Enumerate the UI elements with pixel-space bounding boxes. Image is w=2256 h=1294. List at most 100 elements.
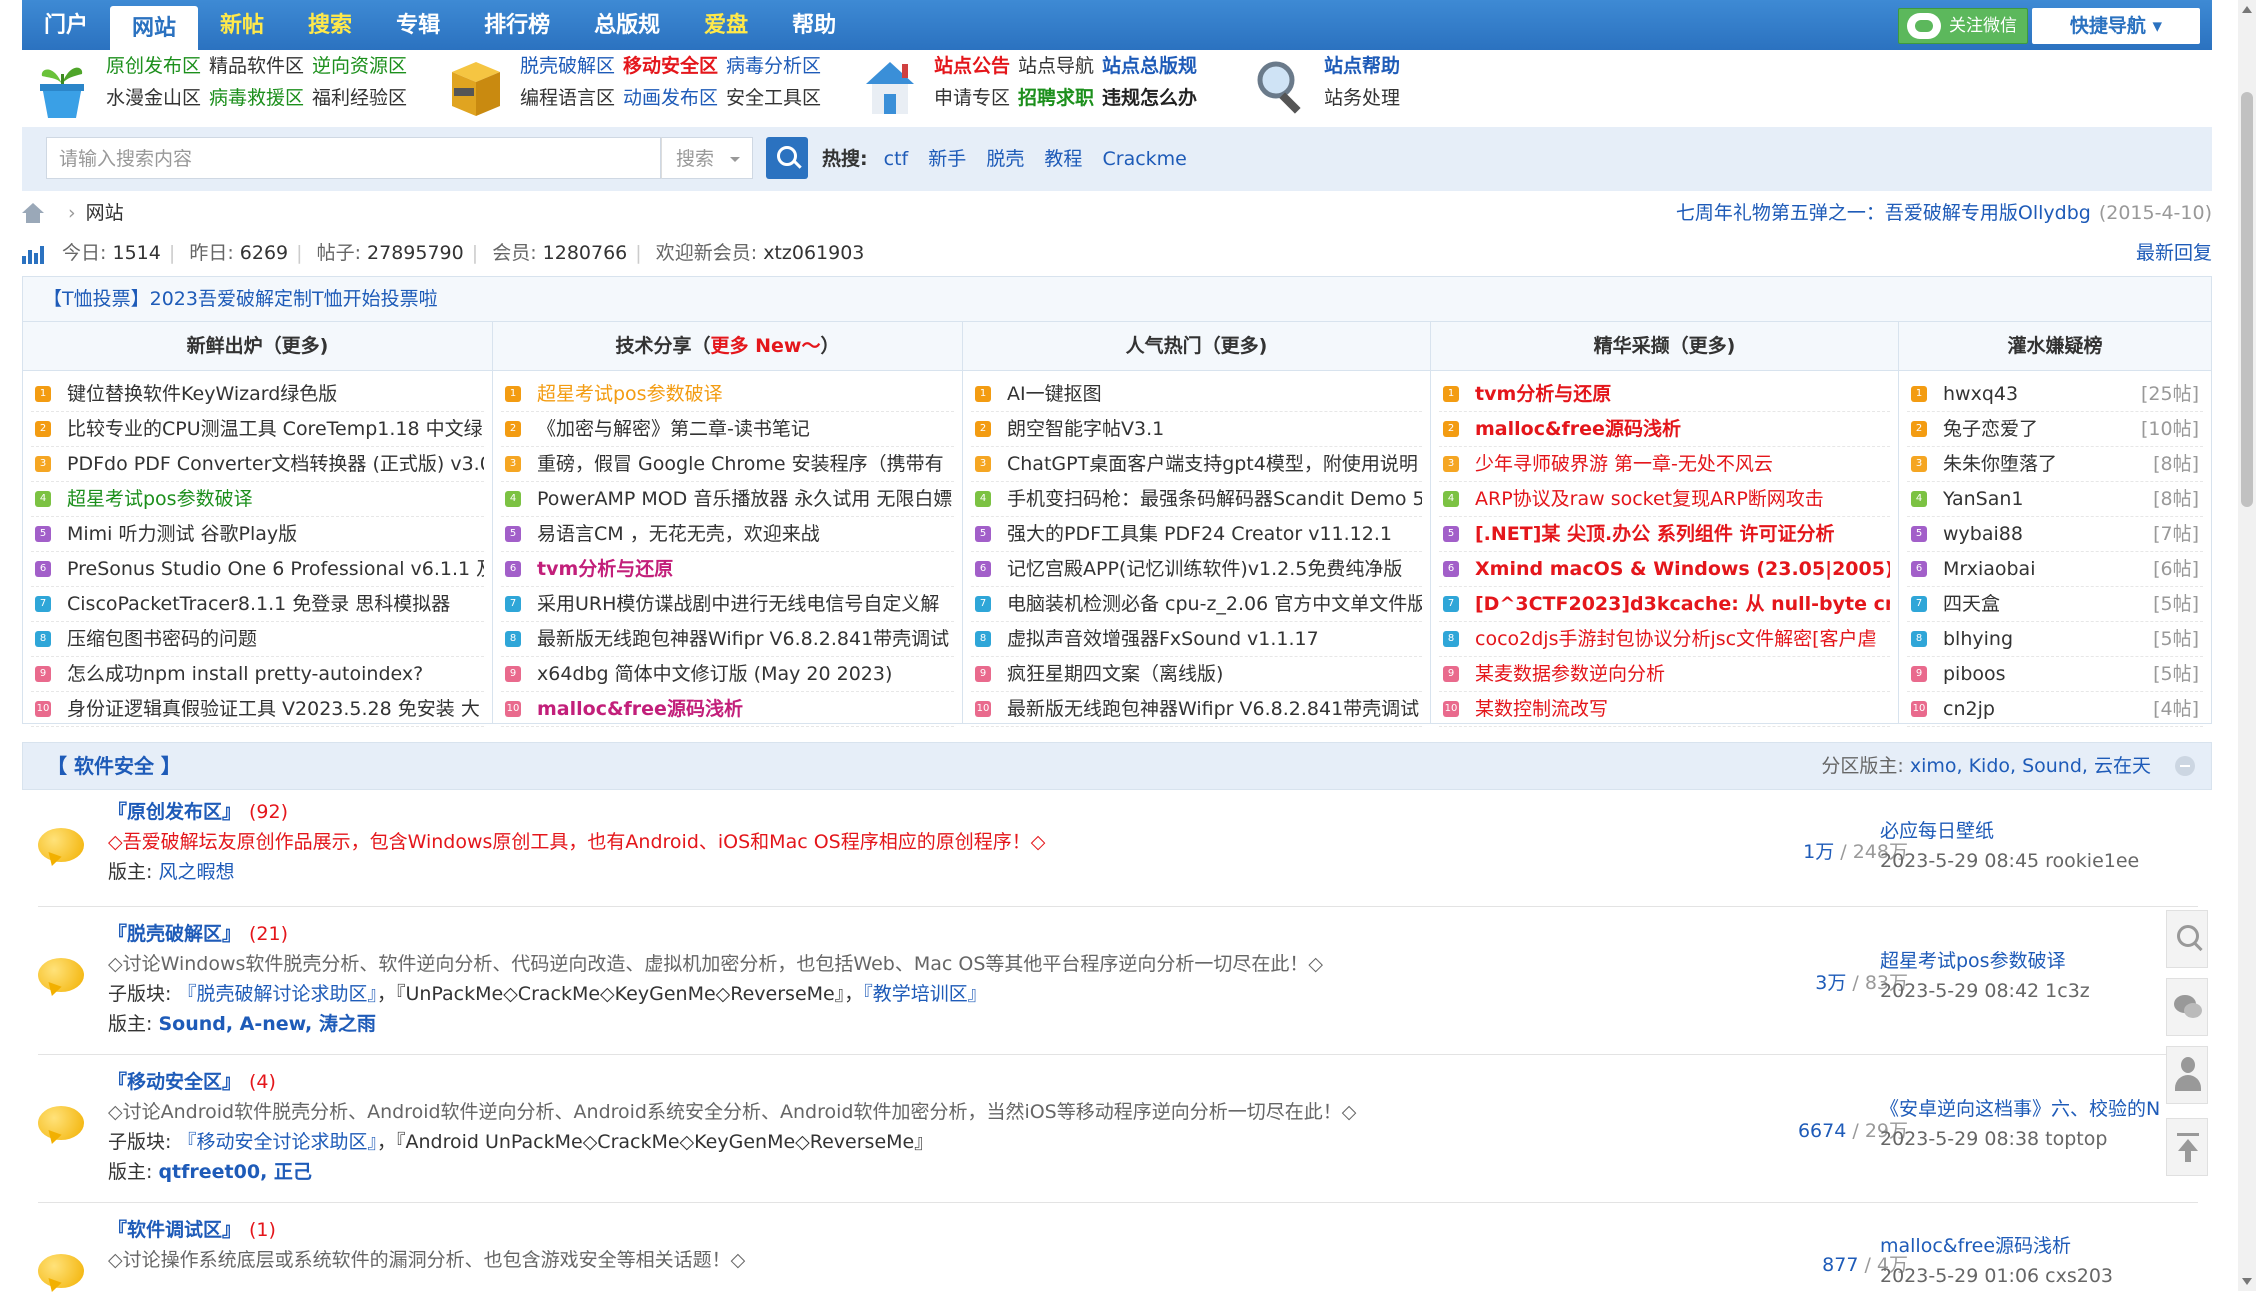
forum-name[interactable]: 『移动安全区』 (108, 1071, 241, 1093)
list-item-title[interactable]: 最新版无线跑包神器Wifipr V6.8.2.841带壳调试 (537, 628, 949, 650)
cat-reverse-resources[interactable]: 逆向资源区 (312, 55, 407, 77)
list-item[interactable]: 9 piboos [5帖] (1907, 657, 2203, 692)
list-item[interactable]: 1 键位替换软件KeyWizard绿色版 (31, 377, 484, 412)
subforum-link[interactable]: 『移动安全讨论求助区』 (177, 1131, 377, 1153)
promo-title[interactable]: 七周年礼物第五弹之一：吾爱破解专用版Ollydbg (1676, 202, 2091, 224)
list-item[interactable]: 8 虚拟声音效增强器FxSound v1.1.17 (971, 622, 1422, 657)
cat-unpack-crack[interactable]: 脱壳破解区 (520, 55, 615, 77)
cat-site-nav[interactable]: 站点导航 (1018, 55, 1094, 77)
list-item[interactable]: 4 ARP协议及raw socket复现ARP断网攻击 (1439, 482, 1890, 517)
list-item-title[interactable]: tvm分析与还原 (537, 558, 673, 580)
section-title[interactable]: 【 软件安全 】 (47, 743, 181, 789)
nav-search[interactable]: 搜索 (286, 0, 374, 50)
moderator-names[interactable]: 风之暇想 (158, 861, 234, 883)
list-item-title[interactable]: 朱朱你堕落了 (1943, 453, 2057, 475)
hot-keyword-unpack[interactable]: 脱壳 (986, 148, 1024, 170)
list-item[interactable]: 5 wybai88 [7帖] (1907, 517, 2203, 552)
list-item-title[interactable]: 压缩包图书密码的问题 (67, 628, 257, 650)
list-item[interactable]: 5 强大的PDF工具集 PDF24 Creator v11.12.1 (971, 517, 1422, 552)
list-item-title[interactable]: 手机变扫码枪：最强条码解码器Scandit Demo 5. (1007, 488, 1422, 510)
list-item[interactable]: 10 cn2jp [4帖] (1907, 692, 2203, 727)
list-item-title[interactable]: 最新版无线跑包神器Wifipr V6.8.2.841带壳调试 (1007, 698, 1419, 720)
list-item[interactable]: 5 Mimi 听力测试 谷歌Play版 (31, 517, 484, 552)
column-header[interactable]: 新鲜出炉（更多) (23, 322, 492, 371)
last-post-title[interactable]: 超星考试pos参数破译 (1880, 946, 2180, 976)
hot-keyword-crackme[interactable]: Crackme (1102, 148, 1186, 170)
list-item-title[interactable]: YanSan1 (1943, 488, 2024, 510)
list-item-title[interactable]: 重磅，假冒 Google Chrome 安装程序（携带有 (537, 453, 944, 475)
list-item-title[interactable]: 某数控制流改写 (1475, 698, 1608, 720)
list-item[interactable]: 10 最新版无线跑包神器Wifipr V6.8.2.841带壳调试 (971, 692, 1422, 727)
list-item[interactable]: 2 《加密与解密》第二章-读书笔记 (501, 412, 954, 447)
list-item-title[interactable]: malloc&free源码浅析 (1475, 418, 1681, 440)
list-item[interactable]: 2 比较专业的CPU测温工具 CoreTemp1.18 中文绿 (31, 412, 484, 447)
column-header[interactable]: 技术分享（更多 New～） (493, 322, 962, 371)
side-wechat-button[interactable] (2166, 978, 2208, 1036)
list-item[interactable]: 7 CiscoPacketTracer8.1.1 免登录 思科模拟器 (31, 587, 484, 622)
list-item-title[interactable]: ChatGPT桌面客户端支持gpt4模型，附使用说明 (1007, 453, 1418, 475)
latest-reply-link[interactable]: 最新回复 (2136, 236, 2212, 270)
list-item[interactable]: 4 超星考试pos参数破译 (31, 482, 484, 517)
cat-site-notice[interactable]: 站点公告 (934, 55, 1010, 77)
cat-virus-rescue[interactable]: 病毒救援区 (209, 87, 304, 109)
list-item-title[interactable]: 少年寻师破界游 第一章-无处不风云 (1475, 453, 1773, 475)
list-item[interactable]: 9 某麦数据参数逆向分析 (1439, 657, 1890, 692)
list-item-title[interactable]: ARP协议及raw socket复现ARP断网攻击 (1475, 488, 1824, 510)
list-item-title[interactable]: 虚拟声音效增强器FxSound v1.1.17 (1007, 628, 1319, 650)
list-item-title[interactable]: 电脑装机检测必备 cpu-z_2.06 官方中文单文件版 (1007, 593, 1422, 615)
list-item[interactable]: 3 PDFdo PDF Converter文档转换器 (正式版) v3.0 (31, 447, 484, 482)
list-item-title[interactable]: 疯狂星期四文案（离线版) (1007, 663, 1223, 685)
cat-site-help[interactable]: 站点帮助 (1324, 55, 1400, 77)
list-item[interactable]: 2 朗空智能字帖V3.1 (971, 412, 1422, 447)
list-item[interactable]: 6 tvm分析与还原 (501, 552, 954, 587)
list-item-title[interactable]: [.NET]某 尖顶.办公 系列组件 许可证分析 (1475, 523, 1835, 545)
nav-album[interactable]: 专辑 (374, 0, 462, 50)
side-search-button[interactable] (2166, 910, 2208, 968)
list-item-title[interactable]: PowerAMP MOD 音乐播放器 永久试用 无限白嫖 (537, 488, 952, 510)
list-item-title[interactable]: 《加密与解密》第二章-读书笔记 (537, 418, 810, 440)
scroll-thumb[interactable] (2241, 92, 2253, 507)
list-item[interactable]: 7 采用URH模仿谍战剧中进行无线电信号自定义解 (501, 587, 954, 622)
list-item-title[interactable]: x64dbg 简体中文修订版 (May 20 2023) (537, 663, 892, 685)
nav-help[interactable]: 帮助 (770, 0, 858, 50)
list-item-title[interactable]: coco2djs手游封包协议分析jsc文件解密[客户虐 (1475, 628, 1877, 650)
list-item[interactable]: 10 malloc&free源码浅析 (501, 692, 954, 727)
list-item[interactable]: 4 手机变扫码枪：最强条码解码器Scandit Demo 5. (971, 482, 1422, 517)
moderator-names[interactable]: qtfreet00, 正己 (158, 1161, 311, 1183)
subforum-link[interactable]: 『脱壳破解讨论求助区』 (177, 983, 377, 1005)
list-item[interactable]: 6 Xmind macOS & Windows (23.05|2005) 通杀 (1439, 552, 1890, 587)
search-type-select[interactable]: 搜索 (661, 137, 753, 179)
list-item-title[interactable]: 比较专业的CPU测温工具 CoreTemp1.18 中文绿 (67, 418, 483, 440)
search-input[interactable]: 请输入搜索内容 (46, 137, 661, 179)
section-moderators-names[interactable]: ximo, Kido, Sound, 云在天 (1910, 755, 2151, 777)
list-item-title[interactable]: blhying (1943, 628, 2013, 650)
quick-nav-dropdown[interactable]: 快捷导航 ▾ (2032, 8, 2200, 44)
forum-name[interactable]: 『原创发布区』 (108, 801, 241, 823)
list-item-title[interactable]: Mrxiaobai (1943, 558, 2035, 580)
cat-jobs[interactable]: 招聘求职 (1018, 87, 1094, 109)
forum-name[interactable]: 『脱壳破解区』 (108, 923, 241, 945)
list-item-title[interactable]: AI一键抠图 (1007, 383, 1102, 405)
list-item-title[interactable]: malloc&free源码浅析 (537, 698, 743, 720)
cat-flood[interactable]: 水漫金山区 (106, 87, 201, 109)
list-item[interactable]: 9 怎么成功npm install pretty-autoindex? (31, 657, 484, 692)
list-item[interactable]: 3 朱朱你堕落了 [8帖] (1907, 447, 2203, 482)
list-item-title[interactable]: cn2jp (1943, 698, 1995, 720)
back-to-top-button[interactable] (2166, 1118, 2208, 1176)
list-item[interactable]: 4 PowerAMP MOD 音乐播放器 永久试用 无限白嫖 (501, 482, 954, 517)
list-item-title[interactable]: Xmind macOS & Windows (23.05|2005) 通杀 (1475, 558, 1890, 580)
list-item-title[interactable]: 记忆宫殿APP(记忆训练软件)v1.2.5免费纯净版 (1007, 558, 1402, 580)
list-item-title[interactable]: 键位替换软件KeyWizard绿色版 (67, 383, 337, 405)
column-header-more[interactable]: 更多 New～ (711, 335, 821, 357)
list-item[interactable]: 5 易语言CM ，无花无壳，欢迎来战 (501, 517, 954, 552)
nav-aipan[interactable]: 爱盘 (682, 0, 770, 50)
last-post-title[interactable]: 必应每日壁纸 (1880, 816, 2180, 846)
home-icon[interactable] (22, 202, 44, 225)
list-item[interactable]: 8 coco2djs手游封包协议分析jsc文件解密[客户虐 (1439, 622, 1890, 657)
page-scrollbar[interactable] (2238, 0, 2256, 1291)
list-item[interactable]: 7 [D^3CTF2023]d3kcache: 从 null-byte cross… (1439, 587, 1890, 622)
scroll-up-arrow-icon[interactable] (2242, 6, 2252, 13)
list-item-title[interactable]: 朗空智能字帖V3.1 (1007, 418, 1164, 440)
list-item[interactable]: 4 YanSan1 [8帖] (1907, 482, 2203, 517)
forum-name[interactable]: 『软件调试区』 (108, 1219, 241, 1241)
